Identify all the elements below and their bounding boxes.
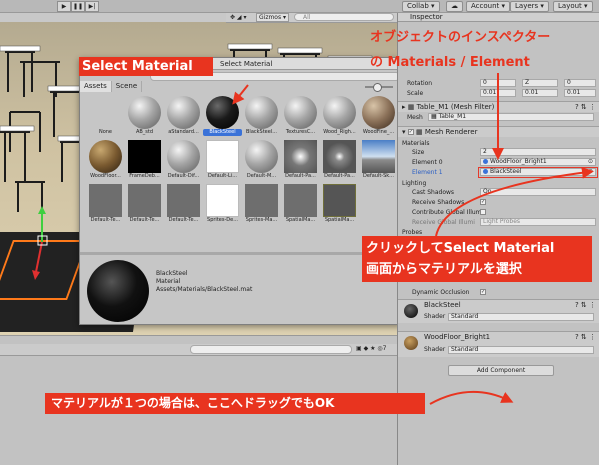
arrow-to-drop-area xyxy=(429,391,514,405)
arrow-to-blacksteel xyxy=(232,84,249,105)
annotation-arrows xyxy=(232,73,594,405)
arrow-to-picker xyxy=(435,166,594,237)
